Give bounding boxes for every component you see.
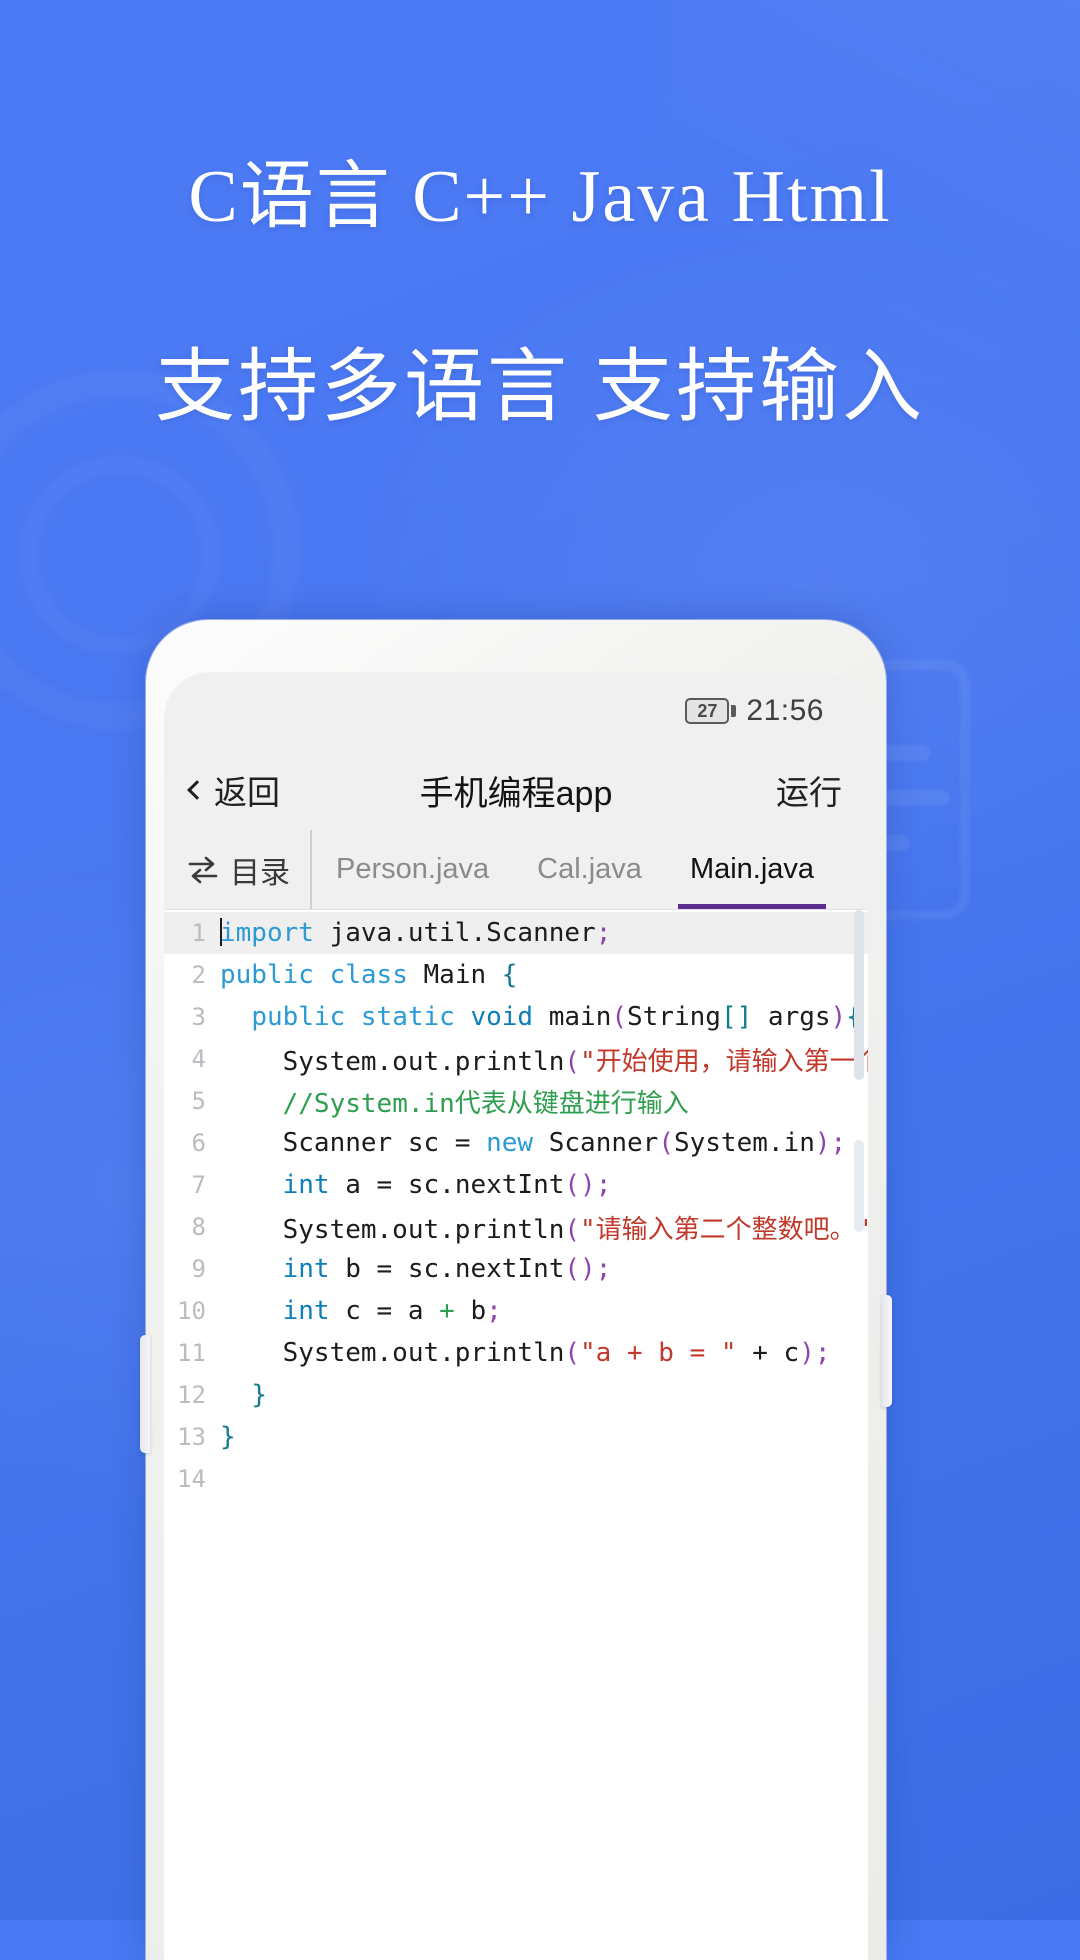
code-line[interactable]: 5 //System.in代表从键盘进行输入: [164, 1080, 868, 1122]
code-line[interactable]: 14: [164, 1458, 868, 1500]
code-line[interactable]: 7 int a = sc.nextInt();: [164, 1164, 868, 1206]
line-number: 14: [177, 1465, 206, 1493]
code-line[interactable]: 12 }: [164, 1374, 868, 1416]
code-line[interactable]: 2 public class Main {: [164, 954, 868, 996]
code-line[interactable]: 8 System.out.println("请输入第二个整数吧。");: [164, 1206, 868, 1248]
code-line-text: int c = a + b;: [282, 1296, 502, 1326]
tab-main-java[interactable]: Main.java: [666, 830, 838, 909]
line-number: 3: [191, 1003, 206, 1031]
battery-icon: 27: [685, 698, 737, 724]
code-line-text: public static void main(String[] args){: [251, 1002, 862, 1032]
line-number: 2: [191, 961, 206, 989]
line-number: 6: [191, 1129, 206, 1157]
code-line[interactable]: 13 }: [164, 1416, 868, 1458]
back-button-label: 返回: [214, 774, 280, 811]
code-line-text: }: [220, 1422, 236, 1452]
background-highlight: [598, 0, 1080, 636]
code-line-text: int a = sc.nextInt();: [282, 1170, 612, 1200]
line-number: 12: [177, 1381, 206, 1409]
back-button[interactable]: 返回: [187, 766, 280, 814]
code-line[interactable]: 1 import java.util.Scanner;: [164, 912, 868, 954]
code-line[interactable]: 11 System.out.println("a + b = " + c);: [164, 1332, 868, 1374]
line-number: 11: [177, 1339, 206, 1367]
line-number: 10: [177, 1297, 206, 1325]
headline-secondary: 支持多语言 支持输入: [155, 344, 925, 432]
line-number: 1: [191, 919, 206, 947]
code-line[interactable]: 3 public static void main(String[] args)…: [164, 996, 868, 1038]
code-line-text: public class Main {: [220, 960, 518, 990]
code-line-text: }: [251, 1380, 267, 1410]
phone-screen: 27 21:56 返回 手机编程app 运行 目录 Person.java Ca…: [164, 672, 868, 1960]
power-button[interactable]: [882, 1295, 892, 1407]
code-line[interactable]: 9 int b = sc.nextInt();: [164, 1248, 868, 1290]
line-number: 13: [177, 1423, 206, 1451]
headline-primary: C语言 C++ Java Html: [188, 156, 892, 238]
line-number: 5: [191, 1087, 206, 1115]
vertical-scrollbar[interactable]: [854, 910, 864, 1080]
vertical-scrollbar-secondary[interactable]: [854, 1140, 864, 1232]
code-line-text: System.out.println("请输入第二个整数吧。");: [220, 1214, 868, 1245]
volume-button[interactable]: [140, 1335, 150, 1453]
code-editor[interactable]: 1 import java.util.Scanner; 2 public cla…: [164, 910, 868, 1960]
status-bar: 27 21:56: [164, 672, 868, 750]
line-number: 8: [191, 1213, 206, 1241]
code-line-text: int b = sc.nextInt();: [282, 1254, 612, 1284]
code-line[interactable]: 4 System.out.println("开始使用，请输入第一个整数吧。");: [164, 1038, 868, 1080]
chevron-left-icon: [187, 780, 207, 800]
line-number: 4: [191, 1045, 206, 1073]
code-line[interactable]: 10 int c = a + b;: [164, 1290, 868, 1332]
code-line-text: import java.util.Scanner;: [220, 918, 612, 948]
directory-button-label: 目录: [230, 856, 290, 890]
nav-bar: 返回 手机编程app 运行: [164, 750, 868, 830]
swap-icon: [188, 856, 218, 883]
status-clock: 21:56: [746, 694, 824, 727]
code-line-text: System.out.println("a + b = " + c);: [220, 1338, 831, 1368]
tab-bar: 目录 Person.java Cal.java Main.java: [164, 830, 868, 910]
line-number: 9: [191, 1255, 206, 1283]
directory-button[interactable]: 目录: [164, 830, 312, 909]
code-line-text: Scanner sc = new Scanner(System.in);: [220, 1128, 847, 1158]
phone-mockup: 27 21:56 返回 手机编程app 运行 目录 Person.java Ca…: [140, 620, 892, 1960]
tab-cal-java[interactable]: Cal.java: [513, 830, 666, 909]
line-number: 7: [191, 1171, 206, 1199]
code-line-text: System.out.println("开始使用，请输入第一个整数吧。");: [220, 1046, 868, 1077]
code-line[interactable]: 6 Scanner sc = new Scanner(System.in);: [164, 1122, 868, 1164]
battery-level-label: 27: [697, 700, 718, 721]
tab-person-java[interactable]: Person.java: [312, 830, 513, 909]
code-line-text: //System.in代表从键盘进行输入: [282, 1088, 689, 1119]
run-button[interactable]: 运行: [776, 766, 842, 814]
